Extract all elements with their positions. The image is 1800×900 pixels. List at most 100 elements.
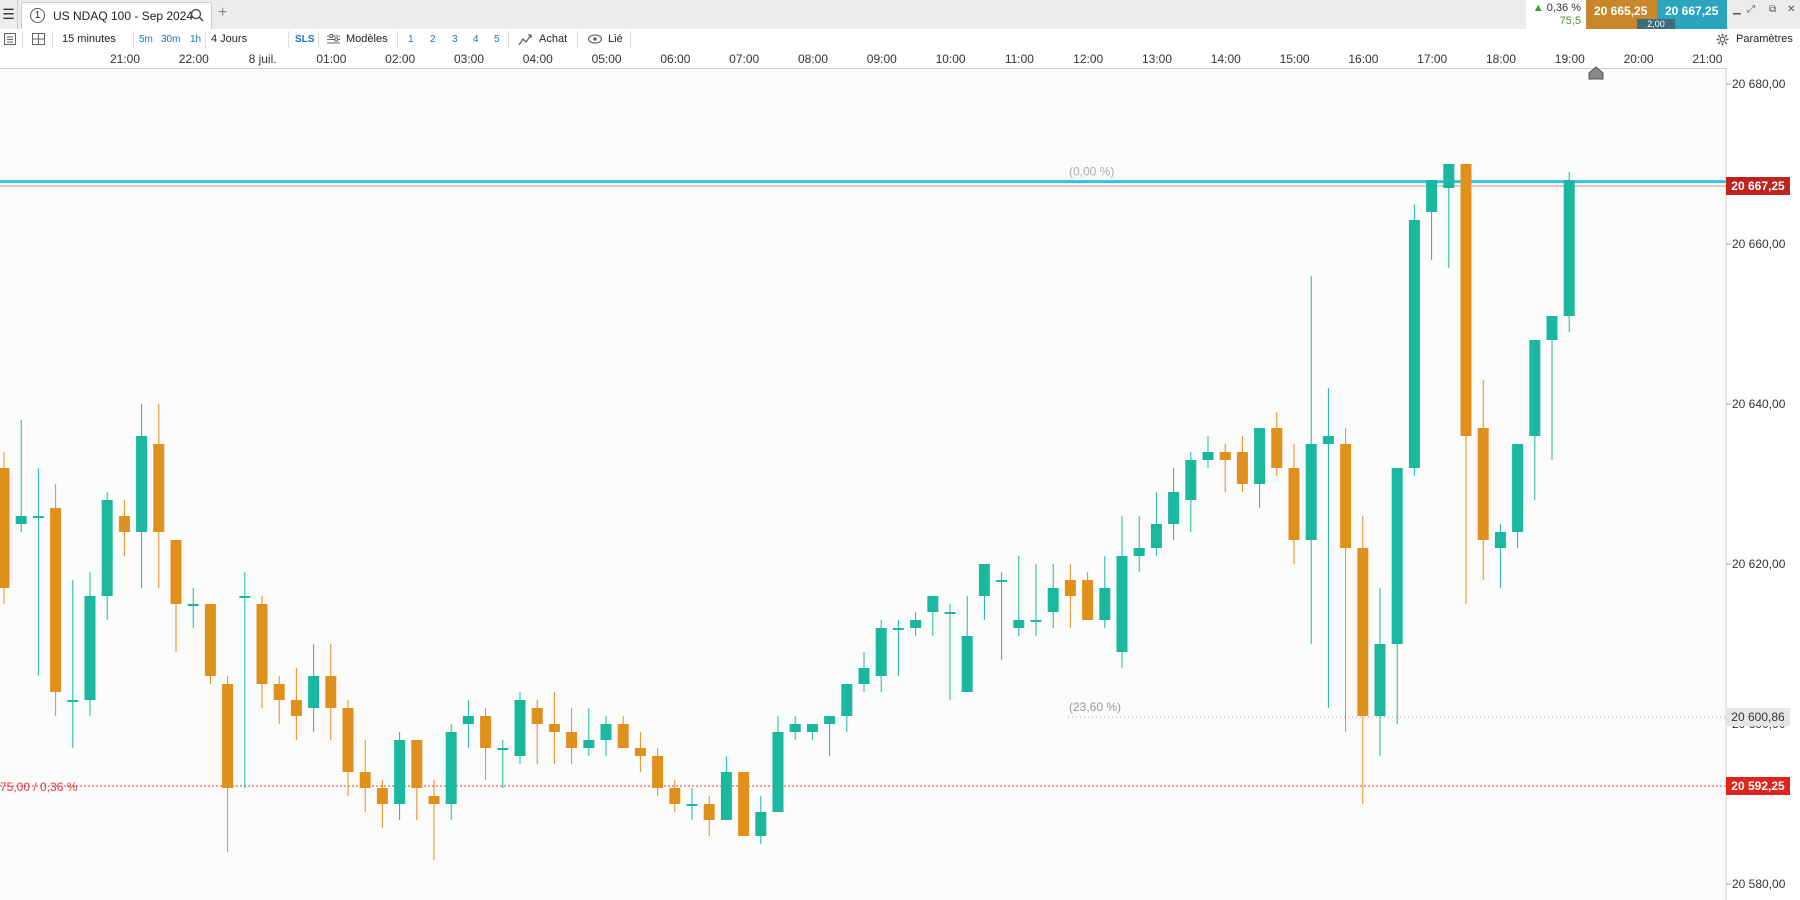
x-tick-label: 17:00 xyxy=(1417,52,1447,66)
home-marker-icon xyxy=(1588,66,1604,80)
x-tick-label: 02:00 xyxy=(385,52,415,66)
candle-body xyxy=(617,724,629,748)
candle-body xyxy=(308,676,320,708)
candle-body xyxy=(359,772,371,788)
candle-body xyxy=(1064,580,1076,596)
candle-body xyxy=(1288,468,1300,540)
candle-body xyxy=(944,612,956,614)
x-tick-label: 15:00 xyxy=(1280,52,1310,66)
x-tick-label: 03:00 xyxy=(454,52,484,66)
candle-body xyxy=(256,604,268,684)
fib-level-price-tag: 20 600,86 xyxy=(1726,708,1790,727)
candle-body xyxy=(1133,548,1145,556)
candle-body xyxy=(1099,588,1111,620)
candle-body xyxy=(1013,620,1025,628)
candle-body xyxy=(1340,444,1352,548)
candle-body xyxy=(1168,492,1180,524)
x-tick-label: 20:00 xyxy=(1624,52,1654,66)
candle-body xyxy=(187,604,199,606)
x-tick-label: 10:00 xyxy=(936,52,966,66)
candle-body xyxy=(1443,164,1455,188)
candlestick-chart[interactable]: 75,00 / 0,36 % (23,60 %) (0,00 %) 21:00 22:… xyxy=(0,0,1800,900)
candle-body xyxy=(1219,452,1231,460)
candle-body xyxy=(875,628,887,676)
candle-body xyxy=(824,716,836,724)
candle-body xyxy=(101,500,113,596)
candle-body xyxy=(548,724,560,732)
candle-body xyxy=(411,740,423,788)
candle-body xyxy=(50,508,62,692)
x-tick-label: 12:00 xyxy=(1073,52,1103,66)
candle-body xyxy=(566,732,578,748)
candle-body xyxy=(841,684,853,716)
x-tick-label: 08:00 xyxy=(798,52,828,66)
candle-body xyxy=(1494,532,1506,548)
x-tick-label: 16:00 xyxy=(1348,52,1378,66)
candle-body xyxy=(1271,428,1283,468)
candle-body xyxy=(1150,524,1162,548)
x-tick-label: 14:00 xyxy=(1211,52,1241,66)
fib-label-23-6: (23,60 %) xyxy=(1069,700,1121,714)
candle-body xyxy=(634,748,646,756)
candle-body xyxy=(531,708,543,724)
x-tick-label: 01:00 xyxy=(316,52,346,66)
x-tick-label: 19:00 xyxy=(1555,52,1585,66)
candle-body xyxy=(961,636,973,692)
candle-body xyxy=(376,788,388,804)
candle-body xyxy=(170,540,182,604)
candle-body xyxy=(789,724,801,732)
y-tick-label: 20 640,00 xyxy=(1732,397,1786,411)
candle-body xyxy=(1426,180,1438,212)
candle-body xyxy=(118,516,130,532)
candle-body xyxy=(15,516,27,524)
candle-body xyxy=(720,772,732,820)
x-tick-label: 22:00 xyxy=(179,52,209,66)
candle-body xyxy=(394,740,406,804)
candle-body xyxy=(858,668,870,684)
candle-body xyxy=(1305,444,1317,540)
candle-body xyxy=(1512,444,1524,532)
candle-body xyxy=(978,564,990,596)
candle-body xyxy=(686,804,698,806)
candle-body xyxy=(927,596,939,612)
candle-body xyxy=(583,740,595,748)
candle-body xyxy=(703,804,715,820)
candle-body xyxy=(1391,468,1403,644)
x-tick-label: 04:00 xyxy=(523,52,553,66)
y-tick-label: 20 680,00 xyxy=(1732,77,1786,91)
candle-body xyxy=(342,708,354,772)
x-tick-label: 11:00 xyxy=(1005,52,1034,66)
candle-body xyxy=(1322,436,1334,444)
candle-body xyxy=(273,684,285,700)
reference-label: 75,00 / 0,36 % xyxy=(0,780,78,794)
candle-body xyxy=(428,796,440,804)
y-tick-label: 20 580,00 xyxy=(1732,877,1786,891)
candle-body xyxy=(1030,620,1042,622)
candle-body xyxy=(1546,316,1558,340)
candle-body xyxy=(497,748,509,750)
candle-body xyxy=(32,516,44,518)
candle-body xyxy=(1408,220,1420,468)
candle-body xyxy=(910,620,922,628)
x-tick-label: 06:00 xyxy=(660,52,690,66)
x-tick-label: 13:00 xyxy=(1142,52,1172,66)
candle-body xyxy=(892,628,904,630)
x-tick-label: 07:00 xyxy=(729,52,759,66)
x-tick-label: 05:00 xyxy=(592,52,622,66)
candle-body xyxy=(239,596,251,598)
candle-body xyxy=(0,468,10,588)
candle-body xyxy=(1236,452,1248,484)
x-tick-label: 8 juil. xyxy=(249,52,277,66)
candle-body xyxy=(204,604,216,676)
candle-body xyxy=(1477,428,1489,540)
candle-body xyxy=(772,732,784,812)
candle-body xyxy=(325,676,337,708)
candle-body xyxy=(806,724,818,732)
candle-body xyxy=(480,716,492,748)
candle-body xyxy=(153,444,165,532)
candle-body xyxy=(1202,452,1214,460)
candle-body xyxy=(445,732,457,804)
candle-body xyxy=(67,700,79,702)
candle-body xyxy=(1563,180,1575,316)
candle-body xyxy=(1116,556,1128,652)
